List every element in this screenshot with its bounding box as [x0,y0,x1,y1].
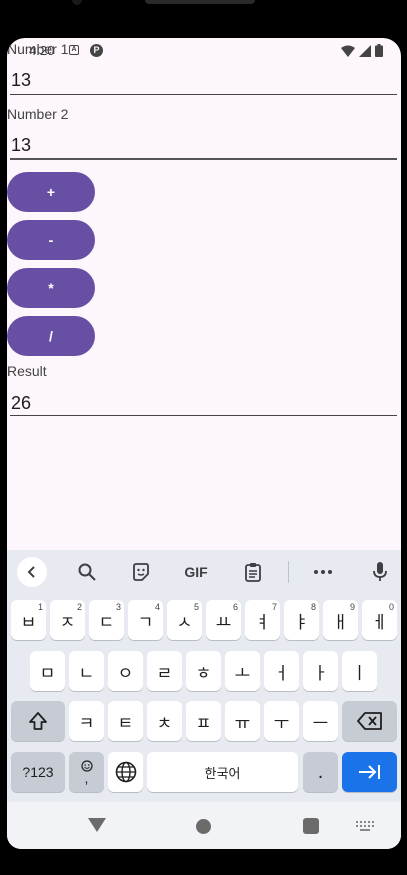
key-hint: 2 [76,602,82,612]
key-row2-4[interactable]: ㄹ [147,651,182,691]
toolbar-separator [288,561,289,583]
key-label: ㅈ [59,612,76,632]
key-row3-7[interactable]: ㅡ [303,701,338,741]
key-row2-3[interactable]: ㅇ [108,651,143,691]
search-icon[interactable] [74,558,100,586]
key-label: ㅕ [254,612,271,632]
key-row1-3[interactable]: ㄷ3 [89,600,124,640]
key-row2-9[interactable]: ㅣ [342,651,377,691]
key-row2-8[interactable]: ㅏ [303,651,338,691]
key-row3-1[interactable]: ㅋ [69,701,104,741]
shift-key[interactable] [11,701,65,741]
soft-keyboard: GIF ㅂ1 ㅈ2 ㄷ3 ㄱ4 ㅅ5 ㅛ6 ㅕ7 ㅑ8 ㅐ9 ㅔ0 ㅁ ㄴ ㅇ … [7,550,401,802]
number1-field[interactable]: 13 [11,70,31,91]
key-label: ㅔ [371,612,388,632]
key-row3-5[interactable]: ㅠ [225,701,260,741]
keyboard-toolbar: GIF [7,550,401,594]
gif-button[interactable]: GIF [179,558,213,586]
nav-recent-apps-icon[interactable] [303,818,319,834]
backspace-key[interactable] [342,701,397,741]
next-arrow-icon [358,765,380,779]
more-icon[interactable] [310,558,336,586]
number1-label: Number 1 [7,41,69,57]
key-row1-4[interactable]: ㄱ4 [128,600,163,640]
key-hint: 1 [37,602,43,612]
key-label: ㄷ [98,612,115,632]
camera-dot [72,0,82,5]
key-label: ㅐ [332,612,349,632]
microphone-icon[interactable] [367,558,393,586]
number2-field[interactable]: 13 [11,135,31,156]
key-row1-2[interactable]: ㅈ2 [50,600,85,640]
number1-underline [10,94,397,95]
divide-button[interactable]: / [7,316,95,356]
period-key[interactable]: . [303,752,338,792]
key-row1-1[interactable]: ㅂ1 [11,600,46,640]
globe-key[interactable] [108,752,143,792]
comma-label: , [84,770,89,786]
key-hint: 8 [310,602,316,612]
backspace-icon [356,712,382,730]
space-key[interactable]: 한국어 [147,752,298,792]
key-label: ㅅ [176,612,193,632]
wifi-icon [341,45,355,57]
subtract-button[interactable]: - [7,220,95,260]
nav-home-icon[interactable] [196,819,211,834]
key-label: ㅂ [20,612,37,632]
key-hint: 0 [388,602,394,612]
key-row2-2[interactable]: ㄴ [69,651,104,691]
key-hint: 4 [154,602,160,612]
key-label: ㄱ [137,612,154,632]
key-row1-10[interactable]: ㅔ0 [362,600,397,640]
key-row3-2[interactable]: ㅌ [108,701,143,741]
key-hint: 3 [115,602,121,612]
key-row2-6[interactable]: ㅗ [225,651,260,691]
key-row1-7[interactable]: ㅕ7 [245,600,280,640]
shift-icon [29,712,47,730]
key-row2-5[interactable]: ㅎ [186,651,221,691]
collapse-back-icon[interactable] [17,557,47,587]
clipboard-icon[interactable] [240,558,266,586]
emoji-comma-key[interactable]: , [69,752,104,792]
multiply-button[interactable]: * [7,268,95,308]
key-row2-7[interactable]: ㅓ [264,651,299,691]
key-label: ㅛ [215,612,232,632]
globe-icon [115,761,136,783]
key-label: ㅑ [293,612,310,632]
navigation-bar [7,802,401,849]
camera-notch [145,0,255,4]
key-row2-1[interactable]: ㅁ [30,651,65,691]
result-field[interactable]: 26 [11,393,31,414]
keyboard-switch-icon[interactable] [356,821,374,831]
notification-a-icon: A [69,45,79,55]
signal-icon [359,44,371,57]
key-row3-6[interactable]: ㅜ [264,701,299,741]
key-row1-6[interactable]: ㅛ6 [206,600,241,640]
result-underline [10,415,397,416]
symbols-key[interactable]: ?123 [11,752,65,792]
key-hint: 9 [349,602,355,612]
key-hint: 7 [271,602,277,612]
add-button[interactable]: + [7,172,95,212]
app-screen: 4:20 A P Number 1 13 Number 2 13 + - * /… [7,38,401,849]
nav-back-icon[interactable] [88,818,106,832]
key-row1-8[interactable]: ㅑ8 [284,600,319,640]
notification-p-icon: P [90,44,103,57]
battery-icon [375,44,383,57]
status-icons [341,44,383,57]
key-row1-9[interactable]: ㅐ9 [323,600,358,640]
number2-label: Number 2 [7,106,69,122]
key-row1-5[interactable]: ㅅ5 [167,600,202,640]
key-hint: 5 [193,602,199,612]
key-hint: 6 [232,602,238,612]
number2-underline [10,158,397,160]
next-key[interactable] [342,752,397,792]
key-row3-3[interactable]: ㅊ [147,701,182,741]
result-label: Result [7,363,47,379]
key-row3-4[interactable]: ㅍ [186,701,221,741]
sticker-icon[interactable] [128,558,154,586]
